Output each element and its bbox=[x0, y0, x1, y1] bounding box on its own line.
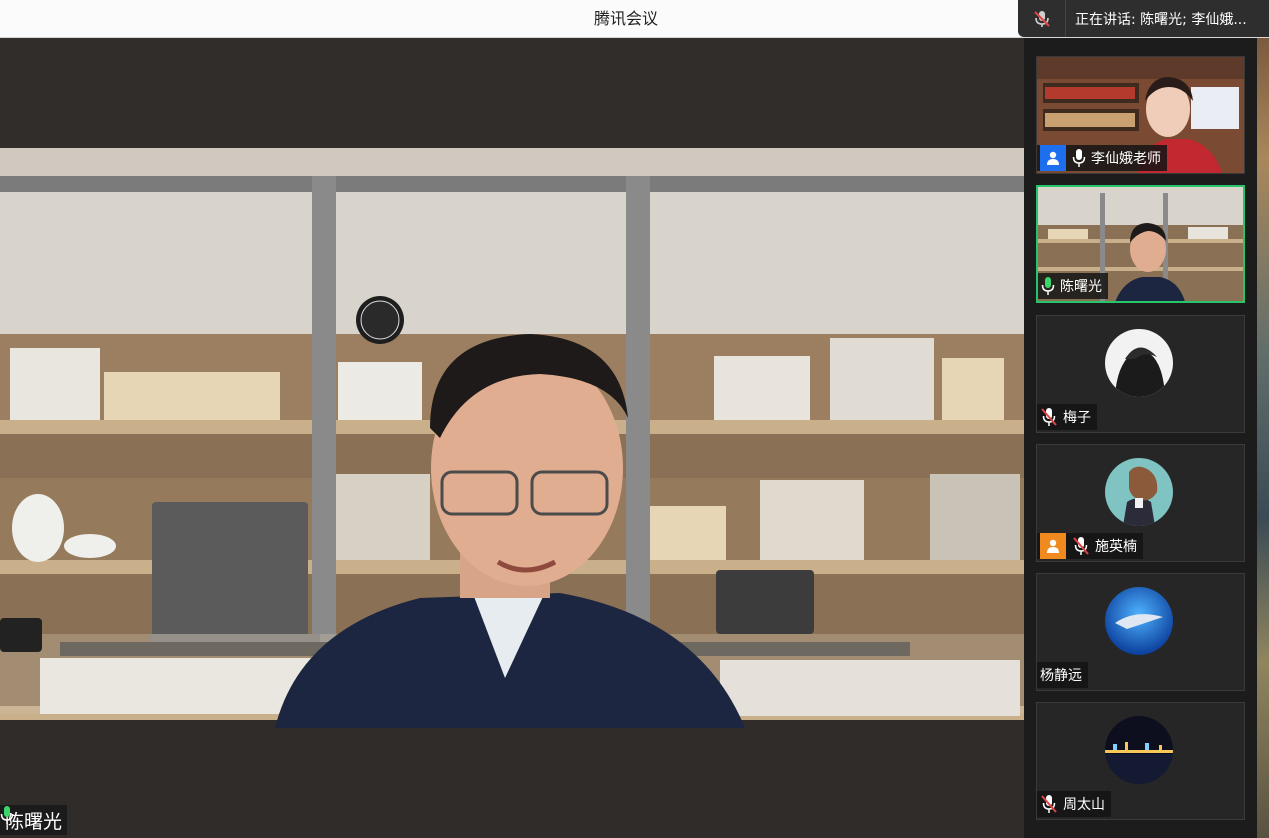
participant-tile[interactable]: 梅子 bbox=[1036, 315, 1245, 433]
mic-active-icon bbox=[1041, 276, 1055, 296]
participant-label: 陈曙光 bbox=[1038, 273, 1108, 299]
participant-label: 李仙娥老师 bbox=[1037, 145, 1167, 171]
participant-tile[interactable]: 周太山 bbox=[1036, 702, 1245, 820]
participant-tile[interactable]: 李仙娥老师 bbox=[1036, 56, 1245, 174]
participant-name: 梅子 bbox=[1063, 410, 1091, 426]
speaking-indicator[interactable]: 正在讲话: 陈曙光; 李仙娥... bbox=[1018, 0, 1269, 37]
main-video[interactable]: 陈曙光 bbox=[0, 38, 1024, 838]
participant-tile[interactable]: 施英楠 bbox=[1036, 444, 1245, 562]
main-speaker-tag: 陈曙光 bbox=[0, 805, 68, 835]
participant-name: 杨静远 bbox=[1040, 668, 1082, 684]
host-user-icon bbox=[1040, 145, 1066, 171]
participant-panel[interactable]: 李仙娥老师 陈曙光 梅子 施英楠 杨静远 周太山 bbox=[1024, 38, 1257, 838]
desktop-wallpaper-edge bbox=[1257, 38, 1269, 838]
participant-label: 周太山 bbox=[1037, 791, 1111, 817]
avatar bbox=[1105, 458, 1173, 526]
participant-label: 梅子 bbox=[1037, 404, 1097, 430]
mic-muted-icon bbox=[1072, 536, 1090, 556]
participant-name: 李仙娥老师 bbox=[1091, 151, 1161, 167]
participant-label: 施英楠 bbox=[1037, 533, 1143, 559]
avatar bbox=[1105, 716, 1173, 784]
participant-label: 杨静远 bbox=[1037, 662, 1088, 688]
mic-icon bbox=[1072, 148, 1086, 168]
mic-muted-icon[interactable] bbox=[1018, 0, 1066, 37]
participant-name: 陈曙光 bbox=[1060, 279, 1102, 295]
main-video-frame bbox=[0, 38, 1024, 838]
speaking-text: 正在讲话: 陈曙光; 李仙娥... bbox=[1075, 11, 1247, 28]
cohost-user-icon bbox=[1040, 533, 1066, 559]
avatar bbox=[1105, 329, 1173, 397]
participant-tile[interactable]: 杨静远 bbox=[1036, 573, 1245, 691]
participant-tile-active[interactable]: 陈曙光 bbox=[1036, 185, 1245, 303]
mic-muted-icon bbox=[1040, 794, 1058, 814]
participant-name: 周太山 bbox=[1063, 797, 1105, 813]
mic-muted-icon bbox=[1040, 407, 1058, 427]
participant-name: 施英楠 bbox=[1095, 539, 1137, 555]
avatar bbox=[1105, 587, 1173, 655]
